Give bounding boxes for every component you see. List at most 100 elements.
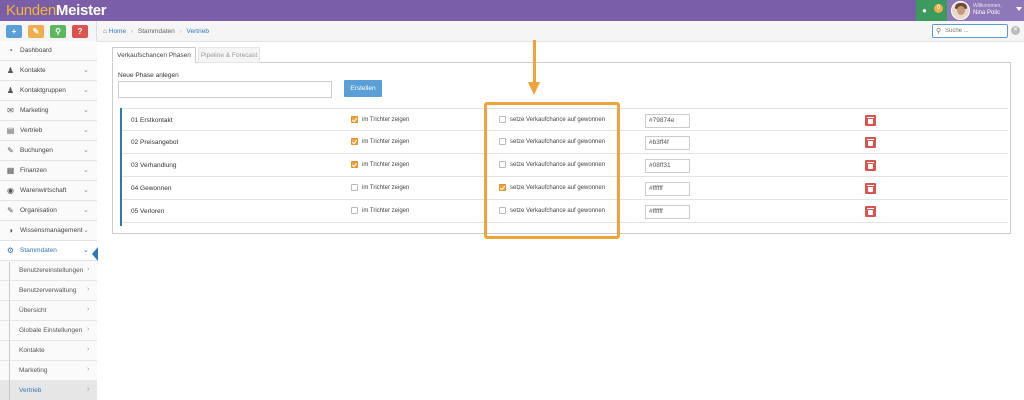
clear-search-button[interactable]: ✕ xyxy=(1011,26,1020,35)
funnel-checkbox-label: im Trichter zeigen xyxy=(362,162,410,168)
sidebar-sub-item-label: Marketing xyxy=(19,367,48,374)
globe-icon: ◉ xyxy=(7,186,14,195)
chevron-right-icon: › xyxy=(87,286,90,293)
chevron-right-icon: › xyxy=(87,266,90,273)
funnel-checkbox-label: im Trichter zeigen xyxy=(362,208,410,214)
sidebar-item-label: Dashboard xyxy=(20,47,52,54)
breadcrumb-separator: › xyxy=(130,28,134,35)
delete-button[interactable] xyxy=(865,137,876,148)
funnel-checkbox[interactable] xyxy=(351,138,358,145)
submenu-guide-line xyxy=(9,262,10,400)
sidebar-sub-item-label: Übersicht xyxy=(19,307,47,314)
user-menu[interactable]: Willkommen, Nina Polic xyxy=(947,0,1024,21)
chevron-right-icon: › xyxy=(87,366,90,373)
chevron-down-icon: ⌄ xyxy=(83,167,89,174)
search-box: ⚲ xyxy=(932,24,1008,38)
sidebar-sub-item-vertrieb[interactable]: Vertrieb › xyxy=(0,381,97,400)
annotation-arrow-shaft xyxy=(533,40,536,84)
color-field[interactable]: #08ff31 xyxy=(645,159,690,173)
sidebar-item-label: Marketing xyxy=(20,107,49,114)
chevron-down-icon: ⌄ xyxy=(83,67,89,74)
chevron-right-icon: › xyxy=(87,326,90,333)
chevron-down-icon: ⌄ xyxy=(83,247,89,254)
delete-button[interactable] xyxy=(865,183,876,194)
search-input[interactable] xyxy=(945,26,1005,36)
money-icon: ▦ xyxy=(6,166,15,175)
quick-search-button[interactable]: ⚲ xyxy=(50,25,66,38)
delete-button[interactable] xyxy=(865,160,876,171)
breadcrumb-stammdaten[interactable]: Stammdaten xyxy=(138,28,175,35)
quick-actions: + ✎ ⚲ ? xyxy=(6,25,88,38)
user-name: Nina Polic xyxy=(973,10,1001,16)
quick-add-button[interactable]: + xyxy=(6,25,22,38)
top-bar: KundenMeister ● 0 Willkommen, Nina Polic xyxy=(0,0,1024,21)
chat-bubble-icon: ● xyxy=(922,6,927,15)
sidebar-sub-item-benutzereinstellungen[interactable]: Benutzereinstellungen › xyxy=(0,261,97,281)
chevron-down-icon xyxy=(1016,7,1022,11)
phase-name: 05 Verloren xyxy=(131,208,165,215)
breadcrumb: ⌂ Home › Stammdaten › Vertrieb xyxy=(103,28,209,35)
sidebar-item-marketing[interactable]: ✉ Marketing ⌄ xyxy=(0,101,97,121)
chevron-down-icon: ⌄ xyxy=(83,127,89,134)
chevron-down-icon: ⌄ xyxy=(83,107,89,114)
delete-button[interactable] xyxy=(865,206,876,217)
chat-button[interactable]: ● 0 xyxy=(916,0,947,21)
sidebar-item-buchungen[interactable]: ✎ Buchungen ⌄ xyxy=(0,141,97,161)
quick-edit-button[interactable]: ✎ xyxy=(28,25,44,38)
color-field[interactable]: #ffffff xyxy=(645,182,690,196)
breadcrumb-current: Vertrieb xyxy=(186,28,209,35)
funnel-checkbox[interactable] xyxy=(351,161,358,168)
chevron-down-icon: ⌄ xyxy=(83,87,89,94)
sidebar-item-kontaktgruppen[interactable]: ♟ Kontaktgruppen ⌄ xyxy=(0,81,97,101)
tab-verkaufschancen-phasen[interactable]: Verkaufschancen Phasen xyxy=(112,47,196,63)
funnel-checkbox-label: im Trichter zeigen xyxy=(362,185,410,191)
sidebar-item-vertrieb[interactable]: ▤ Vertrieb ⌄ xyxy=(0,121,97,141)
search-icon: ⚲ xyxy=(936,28,942,35)
funnel-checkbox[interactable] xyxy=(351,184,358,191)
logo-text-meister: Meister xyxy=(55,2,107,19)
user-icon: ♟ xyxy=(6,66,15,75)
chevron-down-icon: ⌄ xyxy=(83,187,89,194)
sidebar-sub-item-marketing[interactable]: Marketing › xyxy=(0,361,97,381)
sidebar-sub-item-globale-einstellungen[interactable]: Globale Einstellungen › xyxy=(0,321,97,341)
sidebar-item-label: Buchungen xyxy=(20,147,53,154)
tab-pipeline-forecast[interactable]: Pipeline & Forecast xyxy=(198,47,260,63)
color-field[interactable]: #b3ff4f xyxy=(645,136,690,150)
sidebar-item-label: Kontakte xyxy=(20,67,46,74)
active-indicator xyxy=(92,247,98,261)
logo-text-kunden: Kunden xyxy=(6,2,56,19)
annotation-arrow-icon xyxy=(528,82,540,95)
create-button[interactable]: Erstellen xyxy=(344,80,382,97)
sidebar-item-label: Organisation xyxy=(20,207,57,214)
sidebar-item-kontakte[interactable]: ♟ Kontakte ⌄ xyxy=(0,61,97,81)
quick-help-button[interactable]: ? xyxy=(72,25,88,38)
phase-name: 03 Verhandlung xyxy=(131,162,177,169)
chevron-right-icon: › xyxy=(87,346,90,353)
phase-name: 04 Gewonnen xyxy=(131,185,172,192)
color-field[interactable]: #ffffff xyxy=(645,205,690,219)
sidebar-item-finanzen[interactable]: ▦ Finanzen ⌄ xyxy=(0,161,97,181)
sidebar-item-wissensmanagement[interactable]: ◑ Wissensmanagement ⌄ xyxy=(0,221,97,241)
sidebar-sub-item-uebersicht[interactable]: Übersicht › xyxy=(0,301,97,321)
delete-button[interactable] xyxy=(865,115,876,126)
sidebar-item-organisation[interactable]: ✎ Organisation ⌄ xyxy=(0,201,97,221)
new-phase-label: Neue Phase anlegen xyxy=(118,72,179,79)
sidebar-item-label: Finanzen xyxy=(20,167,47,174)
sidebar-sub-item-benutzerverwaltung[interactable]: Benutzerverwaltung › xyxy=(0,281,97,301)
sidebar-sub-item-label: Benutzereinstellungen xyxy=(19,267,84,274)
envelope-icon: ✉ xyxy=(7,106,14,115)
annotation-highlight-box xyxy=(484,102,620,239)
app-logo[interactable]: KundenMeister xyxy=(6,2,107,19)
sidebar-sub-item-kontakte[interactable]: Kontakte › xyxy=(0,341,97,361)
new-phase-input[interactable] xyxy=(118,81,332,98)
sidebar-item-stammdaten[interactable]: ⚙ Stammdaten ⌄ xyxy=(0,241,97,261)
funnel-checkbox[interactable] xyxy=(351,207,358,214)
funnel-checkbox[interactable] xyxy=(351,116,358,123)
color-field[interactable]: #79874e xyxy=(645,114,690,128)
sidebar-item-warenwirtschaft[interactable]: ◉ Warenwirtschaft ⌄ xyxy=(0,181,97,201)
sidebar-item-dashboard[interactable]: ◔ Dashboard xyxy=(0,41,97,61)
sidebar-item-label: Warenwirtschaft xyxy=(20,187,67,194)
breadcrumb-home-link[interactable]: Home xyxy=(109,28,126,35)
sidebar-item-label: Kontaktgruppen xyxy=(20,87,66,94)
users-icon: ♟ xyxy=(6,86,15,95)
